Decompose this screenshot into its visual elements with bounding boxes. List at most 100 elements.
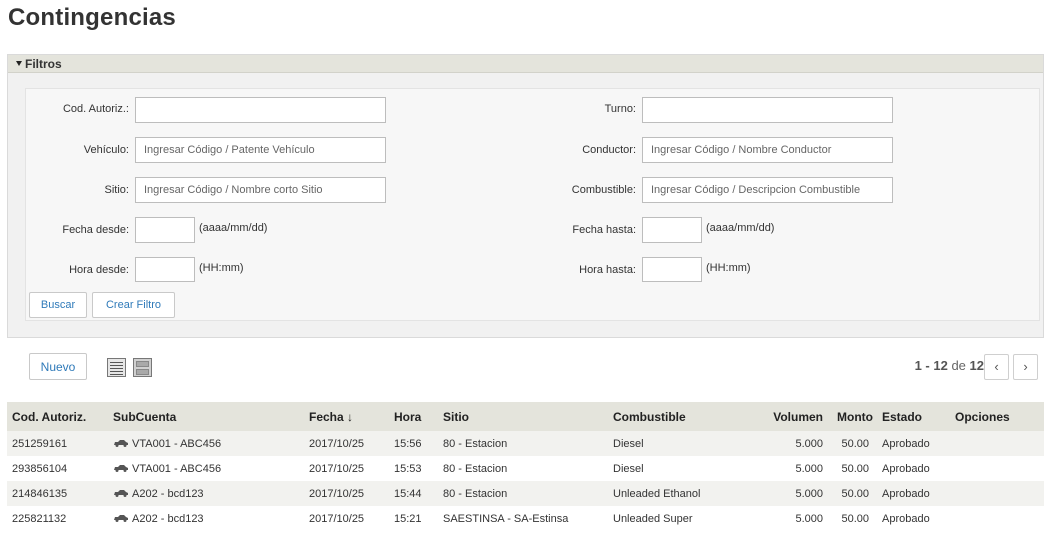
filters-header-label: Filtros bbox=[25, 57, 62, 71]
list-view-icon[interactable] bbox=[107, 358, 126, 377]
cell-opciones bbox=[950, 506, 1044, 531]
cell-fecha: 2017/10/25 bbox=[309, 462, 365, 475]
cell-estado: Aprobado bbox=[882, 437, 930, 450]
prev-page-button[interactable]: ‹ bbox=[984, 354, 1009, 380]
vehiculo-label: Vehículo: bbox=[83, 144, 129, 156]
cell-sitio: 80 - Estacion bbox=[443, 487, 508, 500]
fecha-desde-label: Fecha desde: bbox=[62, 224, 129, 236]
table-row[interactable]: 225821132 A202 - bcd123 2017/10/25 15:21… bbox=[7, 506, 1044, 531]
col-combustible[interactable]: Combustible bbox=[608, 402, 736, 431]
col-monto[interactable]: Monto bbox=[831, 402, 877, 431]
car-icon bbox=[114, 439, 128, 447]
hora-hasta-hint: (HH:mm) bbox=[706, 262, 751, 274]
cell-sitio: 80 - Estacion bbox=[443, 462, 508, 475]
page-title: Contingencias bbox=[8, 4, 176, 31]
cell-estado: Aprobado bbox=[882, 512, 930, 525]
col-estado[interactable]: Estado bbox=[877, 402, 950, 431]
chevron-right-icon: › bbox=[1023, 359, 1028, 374]
cell-subcuenta: A202 - bcd123 bbox=[108, 481, 304, 506]
cell-cod: 293856104 bbox=[12, 462, 68, 475]
combustible-label: Combustible: bbox=[571, 184, 636, 196]
fecha-desde-hint: (aaaa/mm/dd) bbox=[199, 222, 268, 234]
cell-combustible: Unleaded Ethanol bbox=[613, 487, 701, 500]
page-of: de bbox=[951, 358, 966, 373]
fecha-hasta-label: Fecha hasta: bbox=[572, 224, 636, 236]
table-row[interactable]: 293856104 VTA001 - ABC456 2017/10/25 15:… bbox=[7, 456, 1044, 481]
crear-filtro-button[interactable]: Crear Filtro bbox=[92, 292, 175, 318]
cell-combustible: Diesel bbox=[613, 462, 644, 475]
col-cod-autoriz[interactable]: Cod. Autoriz. bbox=[7, 402, 108, 431]
cell-subcuenta: VTA001 - ABC456 bbox=[108, 456, 304, 481]
car-icon bbox=[114, 514, 128, 522]
cell-opciones bbox=[950, 456, 1044, 481]
next-page-button[interactable]: › bbox=[1013, 354, 1038, 380]
cell-monto: 50.00 bbox=[841, 512, 869, 525]
cell-subcuenta: VTA001 - ABC456 bbox=[108, 431, 304, 456]
fecha-hasta-hint: (aaaa/mm/dd) bbox=[706, 222, 775, 234]
cell-sitio: 80 - Estacion bbox=[443, 437, 508, 450]
col-subcuenta[interactable]: SubCuenta bbox=[108, 402, 304, 431]
cell-monto: 50.00 bbox=[841, 487, 869, 500]
cell-hora: 15:53 bbox=[394, 462, 422, 475]
combustible-input[interactable] bbox=[642, 177, 893, 203]
cell-fecha: 2017/10/25 bbox=[309, 437, 365, 450]
cell-estado: Aprobado bbox=[882, 462, 930, 475]
cell-hora: 15:56 bbox=[394, 437, 422, 450]
contingencias-table: Cod. Autoriz. SubCuenta Fecha ↓ Hora Sit… bbox=[7, 402, 1044, 531]
grid-view-icon[interactable] bbox=[133, 358, 152, 377]
hora-desde-hint: (HH:mm) bbox=[199, 262, 244, 274]
cell-cod: 214846135 bbox=[12, 487, 68, 500]
conductor-label: Conductor: bbox=[582, 144, 636, 156]
table-header-row: Cod. Autoriz. SubCuenta Fecha ↓ Hora Sit… bbox=[7, 402, 1044, 431]
cod-autoriz-input[interactable] bbox=[135, 97, 386, 123]
table-row[interactable]: 214846135 A202 - bcd123 2017/10/25 15:44… bbox=[7, 481, 1044, 506]
sitio-label: Sitio: bbox=[104, 184, 129, 196]
sitio-input[interactable] bbox=[135, 177, 386, 203]
cell-monto: 50.00 bbox=[841, 437, 869, 450]
cell-combustible: Unleaded Super bbox=[613, 512, 693, 525]
cell-cod: 251259161 bbox=[12, 437, 68, 450]
conductor-input[interactable] bbox=[642, 137, 893, 163]
cell-opciones bbox=[950, 481, 1044, 506]
page-range: 1 - 12 bbox=[914, 358, 948, 373]
car-icon bbox=[114, 464, 128, 472]
cell-volumen: 5.000 bbox=[795, 487, 823, 500]
pagination-summary: 1 - 12 de 12 bbox=[915, 358, 984, 373]
fecha-desde-input[interactable] bbox=[135, 217, 195, 243]
page-total: 12 bbox=[969, 358, 984, 373]
cod-autoriz-label: Cod. Autoriz.: bbox=[62, 103, 129, 115]
cell-volumen: 5.000 bbox=[795, 437, 823, 450]
turno-input[interactable] bbox=[642, 97, 893, 123]
cell-volumen: 5.000 bbox=[795, 462, 823, 475]
cell-opciones bbox=[950, 431, 1044, 456]
table-row[interactable]: 251259161 VTA001 - ABC456 2017/10/25 15:… bbox=[7, 431, 1044, 456]
caret-down-icon bbox=[16, 61, 22, 66]
fecha-hasta-input[interactable] bbox=[642, 217, 702, 243]
cell-fecha: 2017/10/25 bbox=[309, 512, 365, 525]
hora-hasta-input[interactable] bbox=[642, 257, 702, 282]
col-fecha[interactable]: Fecha ↓ bbox=[304, 402, 389, 431]
cell-subcuenta: A202 - bcd123 bbox=[108, 506, 304, 531]
filters-toggle[interactable]: Filtros bbox=[8, 55, 1043, 73]
cell-cod: 225821132 bbox=[12, 512, 67, 525]
cell-volumen: 5.000 bbox=[795, 512, 823, 525]
cell-hora: 15:44 bbox=[394, 487, 422, 500]
turno-label: Turno: bbox=[604, 103, 636, 115]
buscar-button[interactable]: Buscar bbox=[29, 292, 87, 318]
col-volumen[interactable]: Volumen bbox=[736, 402, 831, 431]
car-icon bbox=[114, 489, 128, 497]
cell-sitio: SAESTINSA - SA-Estinsa bbox=[443, 512, 569, 525]
vehiculo-input[interactable] bbox=[135, 137, 386, 163]
col-sitio[interactable]: Sitio bbox=[438, 402, 608, 431]
col-hora[interactable]: Hora bbox=[389, 402, 438, 431]
nuevo-button[interactable]: Nuevo bbox=[29, 353, 87, 380]
cell-estado: Aprobado bbox=[882, 487, 930, 500]
cell-combustible: Diesel bbox=[613, 437, 644, 450]
col-opciones: Opciones bbox=[955, 409, 1010, 424]
chevron-left-icon: ‹ bbox=[994, 359, 999, 374]
cell-hora: 15:21 bbox=[394, 512, 422, 525]
hora-desde-label: Hora desde: bbox=[69, 264, 129, 276]
hora-hasta-label: Hora hasta: bbox=[579, 264, 636, 276]
cell-monto: 50.00 bbox=[841, 462, 869, 475]
hora-desde-input[interactable] bbox=[135, 257, 195, 282]
